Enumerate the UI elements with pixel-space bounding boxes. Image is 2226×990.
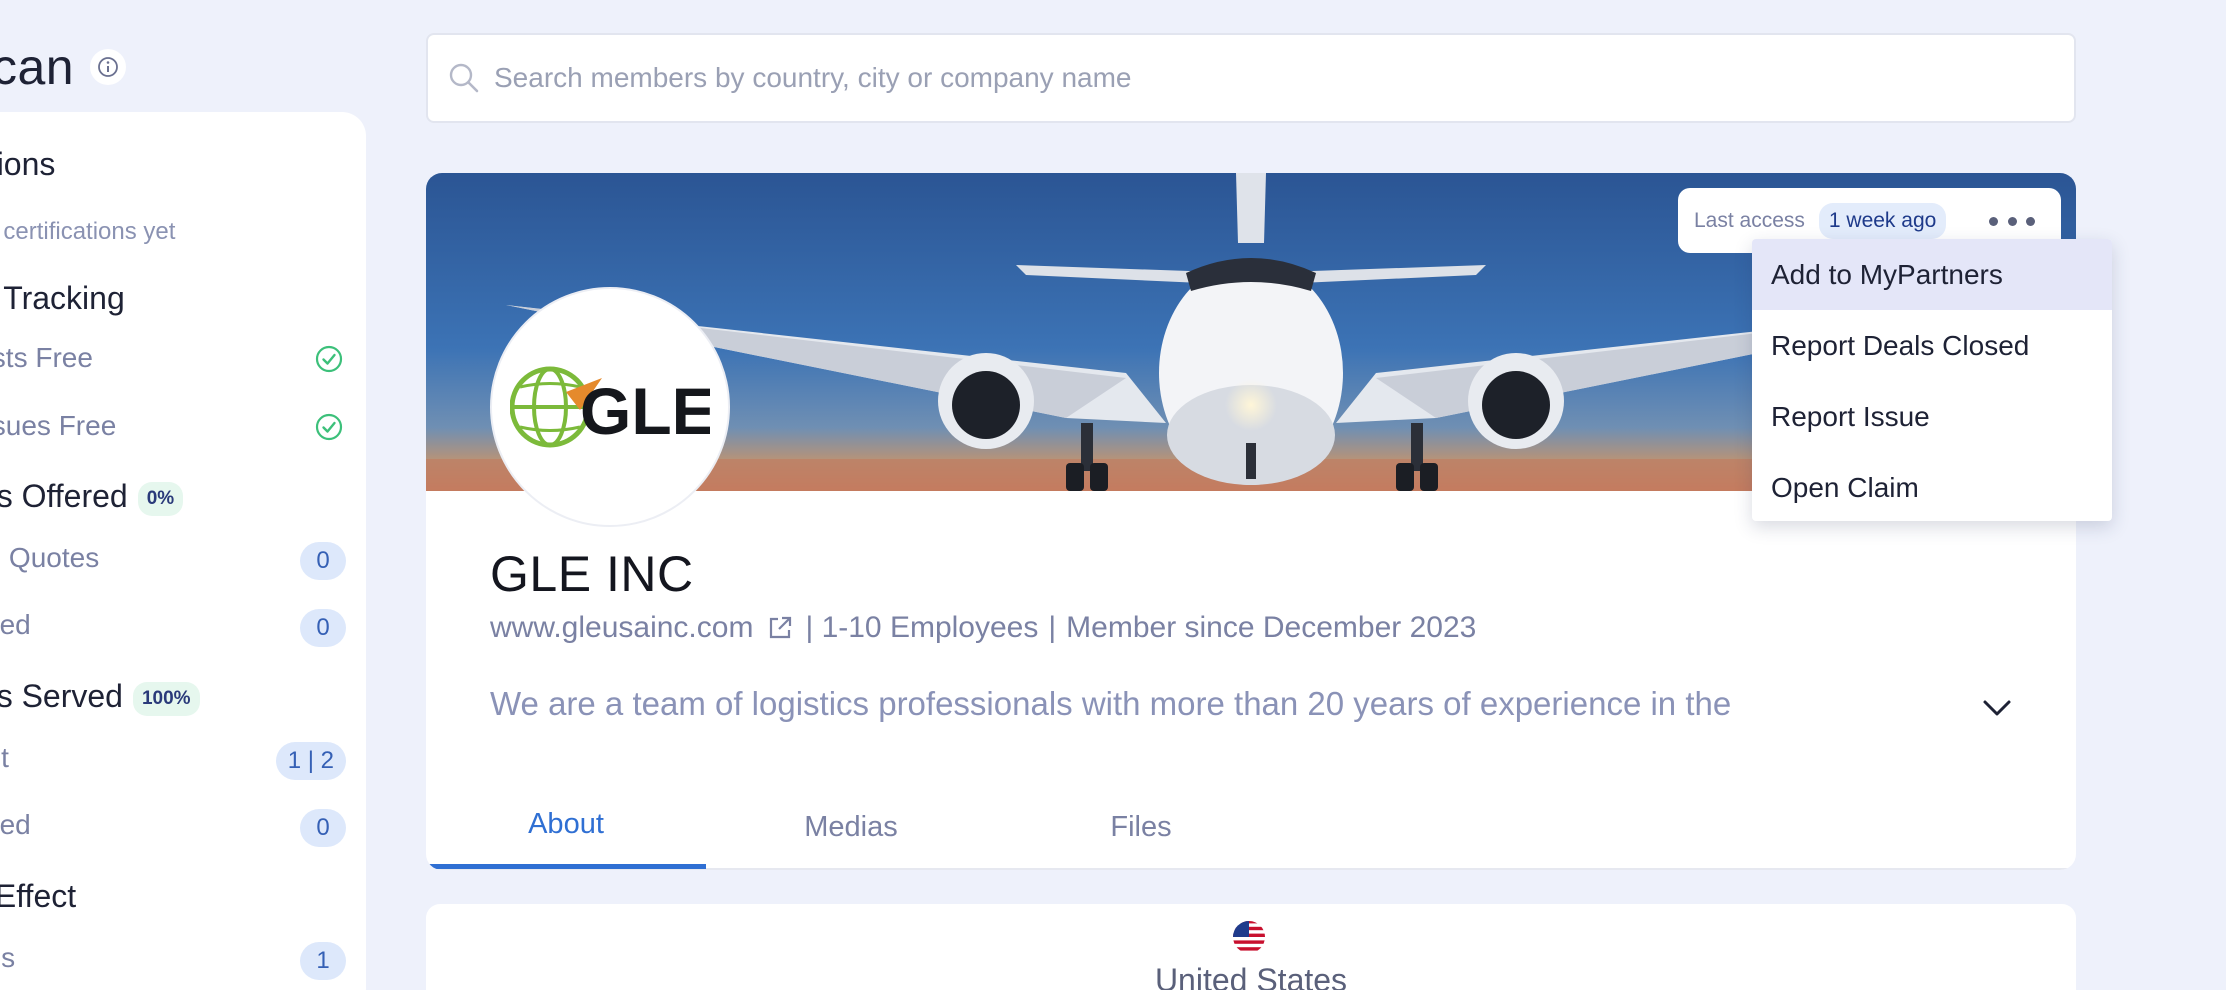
company-description: We are a team of logistics professionals…	[490, 685, 1732, 722]
member-stats-panel: ations ed certifications yet al Tracking…	[0, 112, 366, 990]
offered-row-closed: osed	[0, 609, 31, 640]
percent-badge: 0%	[137, 481, 184, 516]
tracking-row-lists: Lists Free	[0, 342, 93, 373]
logo-wordmark: GLE	[580, 374, 710, 448]
last-access-badge: 1 week ago	[1818, 202, 1947, 239]
website-link[interactable]: www.gleusainc.com	[490, 611, 753, 645]
section-heading-served-text: nts Served	[0, 678, 123, 714]
company-name: GLE INC	[490, 546, 694, 602]
tab-about[interactable]: About	[426, 785, 706, 869]
tab-medias[interactable]: Medias	[706, 785, 996, 870]
count-badge: 0	[300, 809, 346, 847]
offered-row-quotes: ed Quotes	[0, 542, 100, 573]
search-icon	[449, 63, 479, 93]
page-title-text: can	[0, 39, 75, 95]
section-heading-served: nts Served 100%	[0, 678, 200, 716]
member-since: Member since December 2023	[1066, 611, 1477, 644]
info-icon[interactable]	[90, 49, 127, 85]
menu-item-report-deals-closed[interactable]: Report Deals Closed	[1752, 310, 2112, 381]
meta-separator: |	[1048, 611, 1057, 644]
served-row-sent: ent	[0, 742, 9, 773]
menu-item-report-issue[interactable]: Report Issue	[1752, 381, 2112, 452]
search-input[interactable]	[494, 62, 2074, 94]
us-flag-icon	[1233, 921, 1265, 953]
tab-files[interactable]: Files	[996, 785, 1286, 870]
served-row-closed: osed	[0, 809, 31, 840]
last-access-label: Last access	[1694, 208, 1805, 232]
profile-tabs: About Medias Files	[426, 785, 2076, 870]
percent-badge: 100%	[132, 681, 200, 716]
external-link-icon[interactable]	[767, 615, 793, 641]
company-meta: www.gleusainc.com | 1-10 Employees | Mem…	[490, 611, 1476, 645]
section-heading-certifications: ations	[0, 146, 56, 182]
section-heading-offered: nts Offered 0%	[0, 478, 184, 516]
search-bar[interactable]	[426, 33, 2076, 123]
menu-item-add-to-mypartners[interactable]: Add to MyPartners	[1752, 239, 2112, 310]
count-badge: 1 | 2	[275, 742, 346, 780]
tracking-row-issues: Issues Free	[0, 410, 117, 441]
location-card: United States	[426, 904, 2076, 990]
check-circle-icon	[315, 345, 343, 373]
section-heading-offered-text: nts Offered	[0, 478, 128, 514]
menu-item-open-claim[interactable]: Open Claim	[1752, 452, 2112, 521]
employee-count: | 1-10 Employees	[805, 611, 1039, 644]
count-badge: 0	[300, 609, 346, 647]
section-heading-tracking: al Tracking	[0, 280, 125, 316]
country-name: United States	[1154, 962, 1348, 990]
check-circle-icon	[315, 413, 343, 441]
company-logo: GLE	[490, 287, 730, 527]
more-options-menu: Add to MyPartners Report Deals Closed Re…	[1752, 239, 2112, 521]
section-heading-network-effect: k Effect	[0, 878, 77, 914]
certifications-note: ed certifications yet	[0, 218, 176, 245]
chevron-down-icon[interactable]	[1981, 691, 2013, 723]
count-badge: 0	[300, 542, 346, 580]
more-options-button[interactable]	[1989, 206, 2035, 236]
page-title: can	[0, 38, 127, 96]
count-badge: 1	[300, 942, 346, 980]
network-row: ons	[0, 942, 16, 973]
